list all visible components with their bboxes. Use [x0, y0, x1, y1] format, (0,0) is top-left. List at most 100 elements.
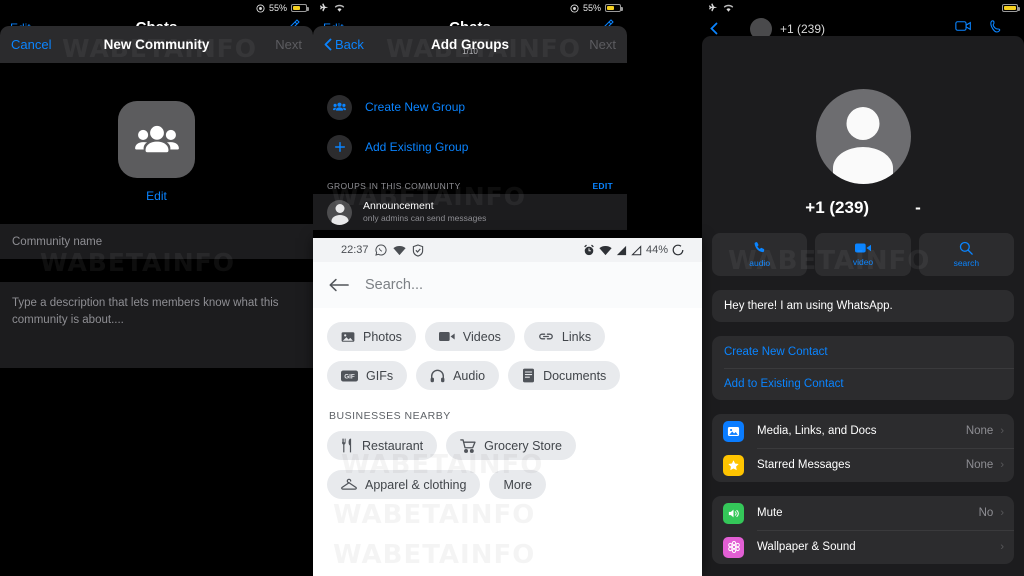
community-name-placeholder: Community name	[12, 235, 103, 248]
gif-icon: GIF	[341, 369, 358, 382]
list-item[interactable]: Announcement only admins can send messag…	[313, 194, 627, 230]
cutlery-icon	[341, 438, 354, 453]
chip-restaurant[interactable]: Restaurant	[327, 431, 438, 460]
chip-audio[interactable]: Audio	[416, 361, 500, 390]
search-icon	[959, 241, 974, 255]
community-group-icon	[134, 124, 179, 156]
speaker-icon	[723, 502, 744, 524]
new-community-body: Edit Community name Type a description t…	[0, 79, 313, 576]
mute-value: No	[978, 507, 994, 519]
community-name-input[interactable]: Community name	[0, 224, 313, 259]
cancel-button[interactable]: Cancel	[11, 37, 51, 52]
person-avatar-icon	[327, 199, 352, 225]
person-avatar-icon[interactable]	[815, 89, 911, 184]
chip-label: Grocery Store	[484, 438, 562, 453]
clock-time: 22:37	[341, 244, 369, 256]
airplane-icon	[708, 3, 718, 13]
shopping-cart-icon	[460, 438, 476, 453]
shield-check-icon	[412, 243, 424, 257]
about-status[interactable]: Hey there! I am using WhatsApp.	[712, 290, 1014, 322]
panel-search: 22:37 44% Search... Photos Videos Links …	[313, 238, 702, 576]
create-new-group-button[interactable]: Create New Group	[313, 87, 627, 127]
search-input[interactable]: Search...	[365, 277, 423, 293]
create-new-group-label: Create New Group	[365, 100, 466, 114]
flower-icon	[723, 536, 744, 558]
chip-more[interactable]: More	[489, 470, 546, 499]
status-bar-new-community: 55%	[0, 0, 313, 16]
chip-label: Documents	[543, 368, 607, 383]
community-description-input[interactable]: Type a description that lets members kno…	[0, 282, 313, 368]
add-existing-group-button[interactable]: Add Existing Group	[313, 127, 627, 167]
battery-charging-icon	[1002, 4, 1020, 12]
community-description-placeholder: Type a description that lets members kno…	[12, 297, 279, 326]
search-bar[interactable]: Search...	[313, 262, 702, 308]
video-icon	[854, 242, 871, 254]
group-name: Announcement	[363, 200, 434, 213]
search-button[interactable]: search	[918, 233, 1014, 276]
wifi-icon	[599, 245, 612, 256]
media-value: None	[965, 425, 994, 437]
chevron-right-icon: ›	[1000, 425, 1004, 437]
settings-card: Mute No › Wallpaper & Sound ›	[712, 496, 1014, 564]
add-to-existing-contact-button[interactable]: Add to Existing Contact	[712, 368, 1014, 400]
chip-label: More	[503, 477, 532, 492]
list-item[interactable]: Wallpaper & Sound ›	[712, 530, 1014, 564]
list-item[interactable]: Starred Messages None ›	[712, 448, 1014, 482]
watermark: WABETAINFO	[333, 500, 535, 530]
photo-icon	[341, 330, 355, 344]
wifi-icon	[334, 4, 345, 13]
audio-call-button[interactable]: audio	[712, 233, 808, 276]
navbar-add-groups: Back Add Groups 1/10 Next	[313, 26, 627, 63]
list-item[interactable]: Media, Links, and Docs None ›	[712, 414, 1014, 448]
location-icon	[570, 3, 579, 13]
mute-label: Mute	[757, 507, 783, 519]
about-status-text: Hey there! I am using WhatsApp.	[724, 300, 893, 312]
battery-percent-label: 44%	[645, 244, 668, 256]
chip-label: Photos	[363, 329, 402, 344]
community-avatar[interactable]	[118, 101, 195, 178]
arrow-left-icon[interactable]	[329, 277, 349, 293]
chevron-right-icon: ›	[1000, 507, 1004, 519]
list-item[interactable]: Mute No ›	[712, 496, 1014, 530]
status-bar-search: 22:37 44%	[313, 238, 702, 262]
chip-label: Audio	[453, 368, 486, 383]
location-icon	[256, 3, 265, 13]
chip-documents[interactable]: Documents	[508, 361, 621, 390]
chip-links[interactable]: Links	[523, 322, 606, 351]
battery-percent-label: 55%	[268, 3, 287, 13]
group-people-icon	[327, 94, 352, 120]
next-button[interactable]: Next	[589, 37, 616, 52]
contact-name-suffix: -	[915, 198, 921, 217]
chip-photos[interactable]: Photos	[327, 322, 416, 351]
status-bar-add-groups: 55%	[313, 0, 627, 16]
page-title: +1 (239) -	[712, 198, 1014, 218]
chevron-right-icon: ›	[1000, 459, 1004, 471]
phone-call-icon	[990, 19, 1002, 33]
back-button[interactable]: Back	[324, 37, 364, 52]
chevron-left-icon	[710, 22, 718, 35]
chip-apparel-clothing[interactable]: Apparel & clothing	[327, 470, 481, 499]
next-button[interactable]: Next	[275, 37, 302, 52]
video-call-button[interactable]: video	[815, 233, 911, 276]
businesses-nearby-header: BUSINESSES NEARBY	[329, 410, 451, 422]
chip-videos[interactable]: Videos	[424, 322, 515, 351]
watermark: WABETAINFO	[333, 540, 535, 570]
section-edit-button[interactable]: EDIT	[592, 181, 613, 191]
airplane-icon	[319, 3, 329, 13]
chevron-right-icon: ›	[1000, 541, 1004, 553]
chip-grocery-store[interactable]: Grocery Store	[446, 431, 576, 460]
create-new-contact-button[interactable]: Create New Contact	[712, 336, 1014, 368]
filter-chip-row: Photos Videos Links	[327, 322, 688, 351]
chip-gifs[interactable]: GIF GIFs	[327, 361, 408, 390]
edit-photo-link[interactable]: Edit	[0, 189, 313, 203]
filter-chip-row: GIF GIFs Audio Documents	[327, 361, 688, 390]
signal-icon	[631, 244, 642, 256]
video-icon	[438, 331, 455, 342]
back-label: Back	[335, 37, 364, 52]
new-community-sheet: Cancel New Community Next Edit Community…	[0, 26, 313, 576]
screenshot-canvas: 55% Edit Chats Cancel New Community Next	[0, 0, 1024, 576]
panel-contact-info: +1 (239) +1 (239) - audio video search H…	[702, 0, 1024, 576]
battery-icon	[291, 4, 309, 12]
contact-actions-card: Create New Contact Add to Existing Conta…	[712, 336, 1014, 400]
business-chips-area: Restaurant Grocery Store Apparel & cloth…	[313, 431, 702, 499]
